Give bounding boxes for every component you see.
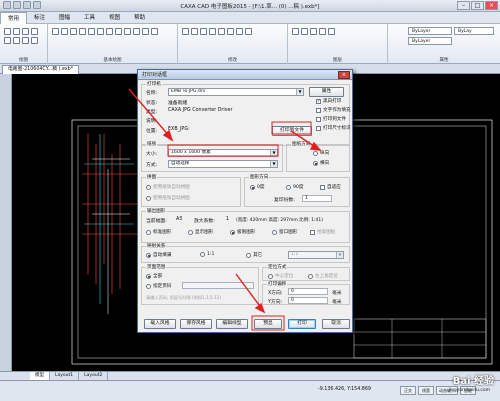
annotation-overlay bbox=[128, 88, 322, 331]
watermark-url: jingyan.baidu.com bbox=[448, 388, 490, 393]
watermark-logo: Bai 经验 bbox=[452, 376, 494, 387]
